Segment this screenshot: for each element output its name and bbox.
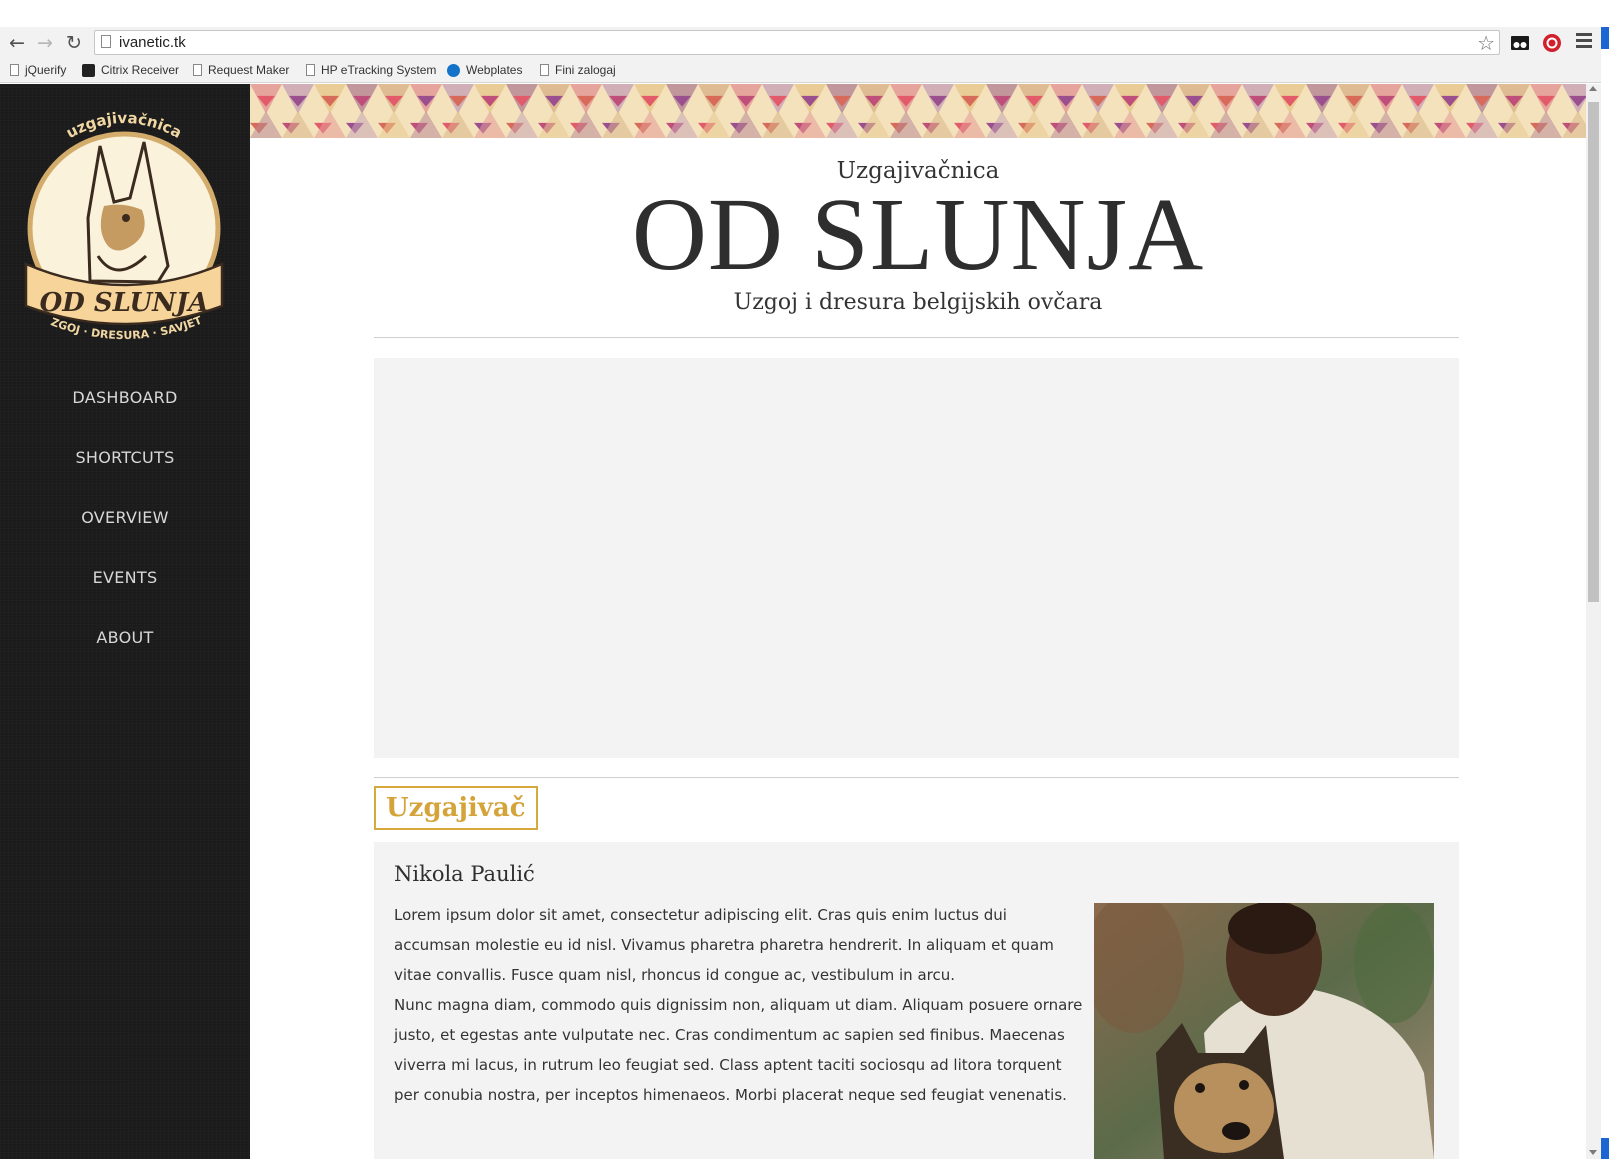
bookmark-label: Webplates	[466, 63, 523, 77]
scrollbar-thumb[interactable]	[1588, 102, 1599, 602]
logo-banner-text: OD SLUNJA	[40, 288, 209, 318]
bookmark-hp-etracking[interactable]: HP eTracking System	[306, 63, 436, 77]
breeder-paragraph: Nunc magna diam, commodo quis dignissim …	[394, 996, 1083, 1104]
bookmark-label: Fini zalogaj	[555, 63, 616, 77]
section-heading: Uzgajivač	[374, 786, 538, 830]
breeder-paragraph: Lorem ipsum dolor sit amet, consectetur …	[394, 906, 1054, 984]
divider	[374, 777, 1459, 778]
bookmark-label: Request Maker	[208, 63, 290, 77]
bookmarks-bar: jQuerify Citrix Receiver Request Maker H…	[0, 57, 1609, 83]
back-arrow-icon[interactable]: ←	[6, 32, 28, 54]
forward-arrow-icon[interactable]: →	[34, 32, 56, 54]
bookmark-label: jQuerify	[25, 63, 67, 77]
bookmark-citrix-receiver[interactable]: Citrix Receiver	[82, 63, 179, 77]
nav-item-dashboard[interactable]: DASHBOARD	[0, 388, 250, 407]
page-icon	[193, 64, 202, 76]
breeder-card: Nikola Paulić Lorem ipsum dolor sit amet…	[374, 842, 1459, 1159]
page-icon	[540, 64, 549, 76]
breeder-description: Lorem ipsum dolor sit amet, consectetur …	[394, 900, 1084, 1110]
window-edge	[1601, 27, 1609, 1159]
bookmark-jquerify[interactable]: jQuerify	[10, 63, 66, 77]
site-tagline: Uzgoj i dresura belgijskih ovčara	[733, 290, 1103, 315]
browser-menu-icon[interactable]	[1576, 33, 1592, 51]
page-icon	[101, 35, 111, 48]
sidebar: uzgajivačnica OD SLUNJA UZGOJ · DRESURA …	[0, 84, 250, 1159]
nav-item-shortcuts[interactable]: SHORTCUTS	[0, 448, 250, 467]
bookmark-request-maker[interactable]: Request Maker	[193, 63, 289, 77]
divider	[374, 337, 1459, 338]
reload-icon[interactable]: ↻	[63, 32, 85, 54]
citrix-icon	[82, 63, 95, 77]
page-icon	[10, 64, 19, 76]
nav-item-overview[interactable]: OVERVIEW	[0, 508, 250, 527]
breeder-name: Nikola Paulić	[394, 862, 535, 886]
nav-item-events[interactable]: EVENTS	[0, 568, 250, 587]
window-edge-accent	[1601, 27, 1609, 49]
nav-item-about[interactable]: ABOUT	[0, 628, 250, 647]
url-text[interactable]: ivanetic.tk	[119, 34, 186, 51]
bookmark-fini-zalogaj[interactable]: Fini zalogaj	[540, 63, 616, 77]
hp-icon	[447, 63, 460, 77]
bookmark-star-icon[interactable]: ☆	[1477, 31, 1495, 55]
scroll-up-arrow-icon[interactable]	[1589, 86, 1597, 91]
site-title: OD SLUNJA	[631, 177, 1205, 292]
scroll-down-arrow-icon[interactable]	[1589, 1150, 1597, 1155]
address-bar[interactable]: ivanetic.tk ☆	[94, 30, 1500, 55]
window-top-bar	[0, 0, 1609, 27]
bookmark-label: HP eTracking System	[321, 63, 437, 77]
extension-stop-icon[interactable]	[1542, 33, 1562, 53]
bookmark-label: Citrix Receiver	[101, 63, 180, 77]
bookmark-webplates[interactable]: Webplates	[447, 63, 522, 77]
decorative-triangle-banner	[250, 84, 1586, 138]
image-slider-placeholder	[374, 358, 1459, 758]
page-scrollbar[interactable]	[1586, 84, 1601, 1159]
extension-glasses-icon[interactable]	[1510, 33, 1530, 53]
kennel-logo[interactable]: uzgajivačnica OD SLUNJA UZGOJ · DRESURA …	[18, 106, 230, 346]
breeder-photo	[1094, 903, 1434, 1159]
page-icon	[306, 64, 315, 76]
